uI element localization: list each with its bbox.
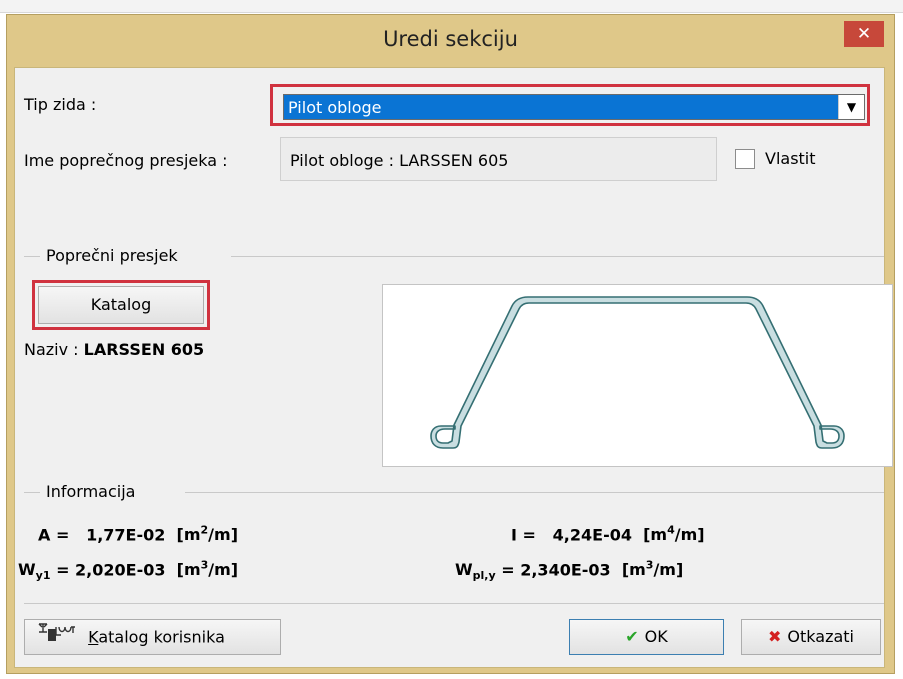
close-button[interactable]: ✕	[844, 21, 884, 47]
cross-section-preview	[382, 284, 893, 467]
wall-type-selected-value: Pilot obloge	[288, 98, 382, 117]
wall-type-label: Tip zida :	[24, 95, 97, 114]
wply-unit: [m3/m]	[621, 559, 684, 580]
catalog-button-highlight: Katalog	[32, 280, 210, 330]
info-group-line-left	[24, 492, 40, 493]
wply-label: Wpl,y	[455, 560, 496, 583]
wy1-eq: =	[56, 560, 70, 580]
area-label: A =	[38, 525, 70, 545]
cancel-button[interactable]: ✖ Otkazati	[741, 619, 881, 655]
custom-checkbox[interactable]	[735, 149, 755, 169]
dialog-title: Uredi sekciju	[383, 27, 518, 51]
wply-value: 2,340E-03	[520, 560, 611, 580]
profile-outline	[430, 296, 845, 449]
close-icon: ✕	[856, 24, 872, 44]
x-icon: ✖	[768, 627, 782, 646]
sheet-pile-profile	[430, 296, 845, 449]
wy1-label: Wy1	[18, 560, 51, 583]
section-name-label: Ime poprečnog presjeka :	[24, 151, 228, 170]
section-name-field: Pilot obloge : LARSSEN 605	[280, 137, 717, 181]
area-unit: [m2/m]	[176, 524, 238, 545]
wy1-row: Wy1 = 2,020E-03 [m3/m]	[18, 559, 238, 583]
wy1-unit: [m3/m]	[176, 559, 239, 580]
custom-checkbox-label: Vlastit	[765, 149, 816, 168]
inertia-value: 4,24E-04	[552, 525, 632, 545]
section-name-caption: Naziv :	[24, 340, 79, 359]
inertia-label: I =	[511, 525, 536, 545]
wy1-value: 2,020E-03	[75, 560, 166, 580]
cross-section-group-title: Poprečni presjek	[46, 246, 178, 265]
section-name-row: Naziv : LARSSEN 605	[24, 340, 204, 359]
section-name-value: Pilot obloge : LARSSEN 605	[290, 151, 509, 170]
cross-section-group-line-left	[24, 256, 40, 257]
wall-type-select[interactable]: Pilot obloge ▼	[283, 94, 865, 120]
info-group-line-right	[185, 492, 884, 493]
area-row: A = 1,77E-02 [m2/m]	[38, 524, 238, 544]
user-catalog-button[interactable]: Katalog korisnika	[24, 619, 281, 655]
footer-separator	[24, 603, 884, 604]
checkmark-icon: ✔	[625, 627, 639, 646]
area-value: 1,77E-02	[86, 525, 166, 545]
user-catalog-icon	[37, 621, 83, 655]
wall-type-highlight: Pilot obloge ▼	[270, 84, 870, 126]
inertia-row: I = 4,24E-04 [m4/m]	[511, 524, 705, 544]
wply-eq: =	[501, 560, 515, 580]
cancel-label: Otkazati	[787, 627, 854, 646]
cross-section-group-line-right	[231, 256, 884, 257]
user-catalog-label: Katalog korisnika	[88, 627, 225, 647]
chevron-down-icon[interactable]: ▼	[838, 95, 864, 119]
ok-label: OK	[644, 627, 668, 646]
section-name-bold: LARSSEN 605	[83, 340, 205, 359]
background-window-strip	[0, 0, 903, 13]
inertia-unit: [m4/m]	[643, 524, 705, 545]
dialog-titlebar: Uredi sekciju ✕	[7, 15, 894, 67]
wply-row: Wpl,y = 2,340E-03 [m3/m]	[455, 559, 683, 583]
dialog-body: Tip zida : Pilot obloge ▼ Ime poprečnog …	[14, 67, 893, 668]
edit-section-dialog: Uredi sekciju ✕ Tip zida : Pilot obloge …	[6, 14, 895, 674]
info-group-title: Informacija	[46, 482, 136, 501]
catalog-button[interactable]: Katalog	[38, 286, 204, 324]
ok-button[interactable]: ✔ OK	[569, 619, 724, 655]
